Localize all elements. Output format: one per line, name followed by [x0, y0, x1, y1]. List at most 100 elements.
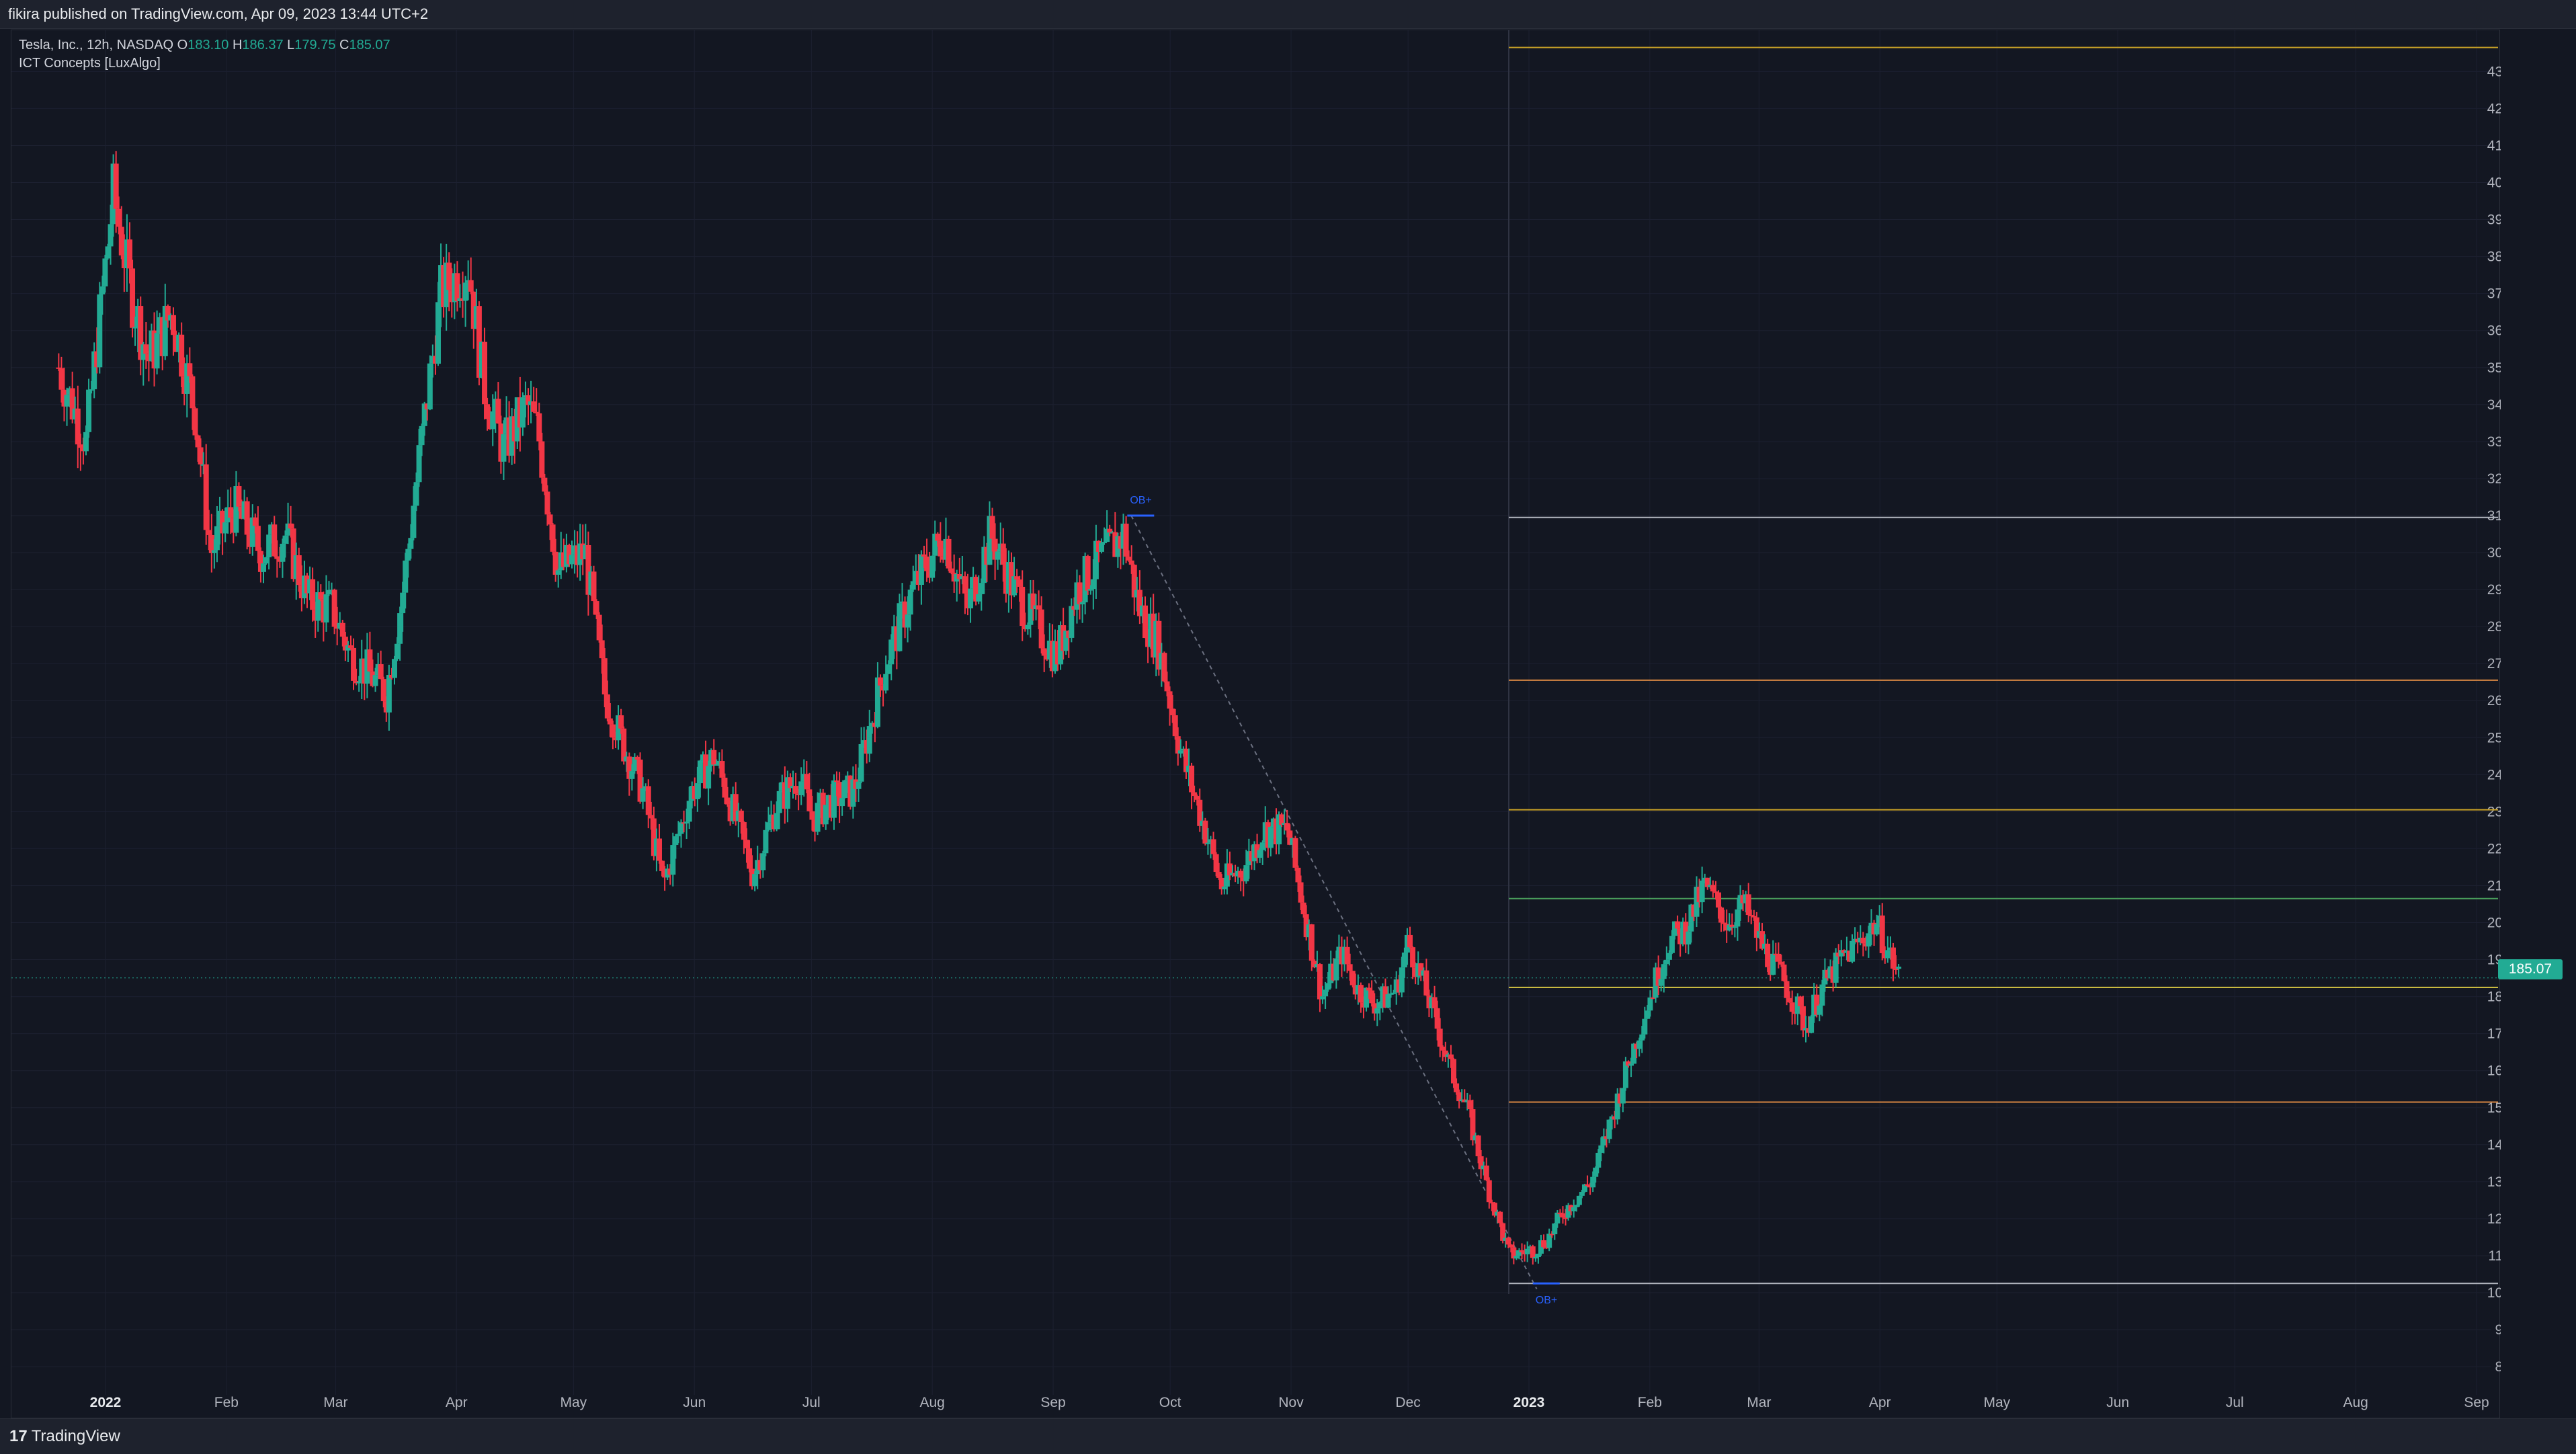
candle-body [886, 664, 892, 674]
candle-body [722, 777, 728, 798]
candle-body [1497, 1211, 1503, 1223]
candle-body [1238, 871, 1244, 878]
chart-pane[interactable]: 80.00 90.00 100.00 110.00 120.00 130.00 140.00… [11, 30, 2501, 1419]
candle-body [1295, 867, 1301, 883]
candle-body [1784, 981, 1790, 998]
candle-body [132, 327, 138, 329]
x-tick-label: Sep [2464, 1395, 2489, 1410]
x-tick-label: Dec [1395, 1395, 1420, 1410]
tradingview-brand[interactable]: 17 TradingView [9, 1427, 120, 1446]
candle-body [378, 664, 384, 680]
candle-body [1374, 1008, 1380, 1014]
candle-body [1192, 792, 1198, 797]
symbol-label[interactable]: Tesla, Inc., 12h, NASDAQ [19, 38, 173, 52]
candle-body [948, 568, 954, 573]
candle-body [1434, 1008, 1440, 1029]
x-tick-label: Jun [683, 1395, 706, 1410]
candle-body [1333, 958, 1339, 981]
y-tick-label: 410.00 [2487, 138, 2501, 153]
candle-body [599, 640, 605, 659]
candle-body [962, 576, 968, 594]
candle-body [266, 534, 272, 558]
candle-body [1079, 602, 1085, 605]
low-value: 179.75 [294, 38, 336, 52]
close-value: 185.07 [349, 38, 390, 52]
candle-body [675, 834, 681, 837]
candle-body [1524, 1248, 1530, 1254]
candle-body [255, 526, 261, 551]
candle-body [1268, 827, 1274, 848]
open-value: 183.10 [188, 38, 229, 52]
candle-body [607, 718, 613, 725]
candle-body [1661, 964, 1667, 979]
x-tick-label: Oct [1159, 1395, 1181, 1410]
candle-body [596, 614, 602, 641]
candle-body [310, 579, 316, 610]
candle-body [1123, 523, 1129, 557]
tradingview-logo-icon: 17 [9, 1427, 28, 1445]
candle-body [1645, 1010, 1651, 1019]
candle-body [555, 570, 561, 575]
candle-body [1194, 796, 1200, 800]
candle-body [195, 435, 201, 448]
candle-body [1789, 1002, 1795, 1012]
candle-body [1358, 985, 1364, 1003]
candle-body [610, 724, 616, 738]
y-tick-label: 80.00 [2495, 1359, 2501, 1375]
candle-body [711, 750, 717, 765]
candle-body [1216, 872, 1222, 878]
candle-body [419, 426, 425, 446]
candle-body [1647, 997, 1653, 1011]
candle-body [1364, 987, 1370, 1008]
y-tick-label: 210.00 [2487, 878, 2501, 893]
candle-body [1606, 1119, 1612, 1139]
y-tick-label: 100.00 [2487, 1285, 2501, 1301]
candle-body [468, 280, 474, 292]
candle-body [1890, 947, 1896, 969]
close-label: C [339, 38, 349, 52]
y-tick-label: 340.00 [2487, 397, 2501, 413]
candle-body [856, 781, 862, 789]
candle-body [593, 601, 599, 615]
candle-body [372, 675, 378, 686]
candle-body [1292, 838, 1298, 868]
candle-body [416, 445, 422, 483]
y-tick-label: 350.00 [2487, 360, 2501, 376]
candle-body [1475, 1135, 1481, 1157]
candle-body [105, 246, 111, 259]
candle-body [694, 783, 700, 799]
candle-body [1020, 586, 1026, 627]
candle-body [1423, 970, 1429, 996]
y-tick-label: 250.00 [2487, 730, 2501, 745]
y-tick-label: 320.00 [2487, 471, 2501, 487]
candle-body [206, 530, 212, 535]
price-chart[interactable]: 80.00 90.00 100.00 110.00 120.00 130.00 140.00… [11, 30, 2501, 1419]
candle-body [645, 786, 651, 815]
x-tick-label: Mar [323, 1395, 347, 1410]
candle-body [842, 780, 848, 799]
candle-body [1718, 907, 1725, 923]
candle-body [435, 302, 441, 364]
candle-body [1284, 823, 1290, 831]
candle-body [143, 344, 149, 354]
candle-body [274, 556, 280, 559]
indicator-label[interactable]: ICT Concepts [LuxAlgo] [19, 54, 390, 73]
candle-body [86, 389, 92, 432]
candle-body [634, 756, 640, 760]
candle-body [108, 224, 114, 247]
x-tick-label: Feb [214, 1395, 239, 1410]
candle-body [1819, 984, 1825, 1006]
y-tick-label: 110.00 [2488, 1248, 2501, 1264]
candle-body [604, 694, 610, 719]
candle-body [823, 805, 829, 825]
candle-body [1776, 953, 1782, 962]
candle-body [1210, 839, 1216, 854]
high-value: 186.37 [242, 38, 284, 52]
candle-body [397, 613, 403, 644]
candle-body [921, 554, 927, 557]
x-tick-label: Jul [802, 1395, 821, 1410]
candle-body [102, 258, 108, 287]
candle-body [288, 523, 294, 529]
candle-body [1800, 1006, 1806, 1031]
candle-body [214, 526, 220, 551]
